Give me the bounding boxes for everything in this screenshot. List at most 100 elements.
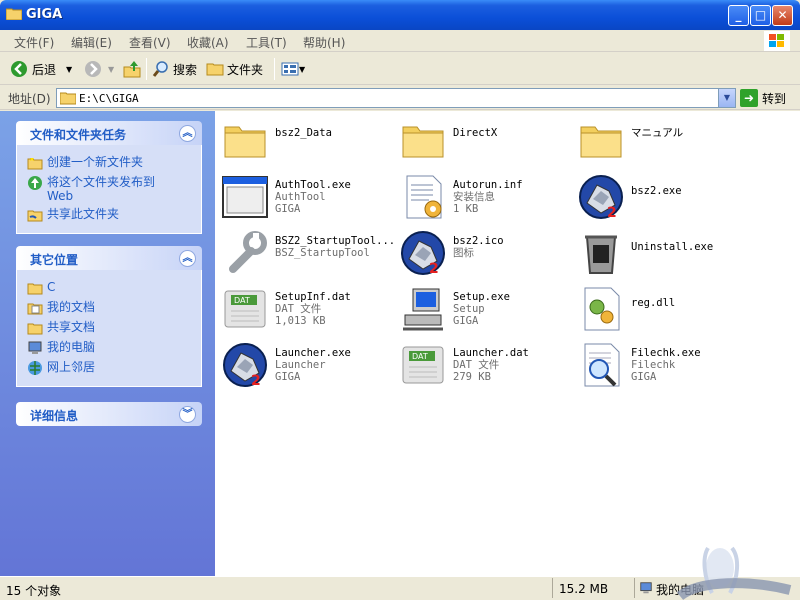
file-item[interactable]: AuthTool.exe AuthTool GIGA — [219, 171, 399, 223]
file-text: BSZ2_StartupTool... BSZ_StartupTool — [275, 235, 395, 259]
maximize-button[interactable]: □ — [750, 5, 771, 26]
file-detail: 1,013 KB — [275, 315, 326, 327]
place-c[interactable]: C — [27, 280, 201, 296]
panel-header[interactable]: 文件和文件夹任务 ︽ — [16, 121, 202, 145]
back-arrow-icon — [11, 61, 27, 77]
address-input[interactable]: E:\C\GIGA ▼ — [56, 88, 736, 108]
svg-text:2: 2 — [429, 261, 439, 277]
menu-file[interactable]: 文件(F) — [14, 34, 54, 51]
back-button[interactable]: 后退 ▼ — [10, 57, 72, 81]
address-dropdown-button[interactable]: ▼ — [718, 89, 735, 107]
toolbar-separator — [146, 58, 147, 80]
window-title: GIGA — [26, 7, 63, 22]
folder-icon — [402, 126, 444, 158]
file-item[interactable]: Filechk.exe Filechk GIGA — [575, 339, 755, 391]
views-icon — [281, 62, 299, 76]
file-item[interactable]: Setup.exe Setup GIGA — [397, 283, 577, 335]
bsz2-app-icon: 2 — [223, 343, 267, 389]
folders-label: 文件夹 — [227, 62, 264, 77]
file-type: BSZ_StartupTool — [275, 247, 370, 259]
chevron-down-icon[interactable]: ▼ — [299, 65, 305, 74]
file-item[interactable]: 2 bsz2.ico 图标 — [397, 227, 577, 279]
minimize-button[interactable]: _ — [728, 5, 749, 26]
place-network[interactable]: 网上邻居 — [27, 360, 201, 376]
chevron-down-icon[interactable]: ▼ — [108, 65, 114, 74]
title-bar[interactable]: GIGA _ □ ✕ — [0, 0, 800, 30]
file-item[interactable]: DAT Launcher.dat DAT 文件 279 KB — [397, 339, 577, 391]
file-item[interactable]: マニュアル — [575, 113, 755, 165]
file-type: 图标 — [453, 247, 474, 259]
forward-arrow-icon — [85, 61, 101, 77]
file-type: AuthTool — [275, 191, 326, 203]
folder-icon — [580, 126, 622, 158]
dat-file-icon: DAT — [224, 290, 266, 328]
collapse-icon[interactable]: ︽ — [179, 125, 196, 142]
file-text: bsz2_Data — [275, 127, 332, 139]
task-publish-web[interactable]: 将这个文件夹发布到 Web — [27, 175, 201, 203]
search-button[interactable]: 搜索 — [152, 57, 197, 81]
close-button[interactable]: ✕ — [772, 5, 793, 26]
windows-logo-icon — [764, 31, 790, 51]
search-label: 搜索 — [173, 62, 198, 77]
forward-button[interactable]: ▼ — [84, 57, 114, 81]
panel-title: 文件和文件夹任务 — [30, 128, 127, 142]
file-tasks-panel: 文件和文件夹任务 ︽ 创建一个新文件夹 将这个文件夹发布到 Web 共享此文件夹 — [16, 121, 202, 234]
file-name: reg.dll — [631, 297, 676, 309]
file-text: マニュアル — [631, 127, 683, 139]
address-label: 地址(D) — [8, 92, 51, 106]
file-item[interactable]: 2 Launcher.exe Launcher GIGA — [219, 339, 399, 391]
file-item[interactable]: Uninstall.exe — [575, 227, 755, 279]
window-app-icon — [222, 176, 268, 218]
collapse-icon[interactable]: ︽ — [179, 250, 196, 267]
file-item[interactable]: DirectX — [397, 113, 577, 165]
task-new-folder[interactable]: 创建一个新文件夹 — [27, 155, 201, 171]
search-icon — [152, 61, 168, 77]
panel-title: 其它位置 — [30, 253, 79, 267]
place-my-computer[interactable]: 我的电脑 — [27, 340, 201, 356]
object-count: 15 个对象 — [6, 584, 62, 598]
address-value: E:\C\GIGA — [79, 92, 139, 105]
toolbar: 后退 ▼ ▼ 搜索 文件夹 ▼ — [0, 53, 800, 85]
go-button[interactable]: ➜ 转到 — [740, 88, 786, 108]
file-item[interactable]: BSZ2_StartupTool... BSZ_StartupTool — [219, 227, 399, 279]
folder-icon — [206, 63, 224, 76]
bsz2-app-icon: 2 — [579, 175, 623, 221]
menu-view[interactable]: 查看(V) — [129, 34, 171, 51]
up-folder-button[interactable] — [122, 57, 142, 81]
place-shared-documents[interactable]: 共享文档 — [27, 320, 201, 336]
file-view: bsz2_Data DirectX マニュアル AuthTool.exe AuthToo… — [215, 111, 800, 576]
bsz2-app-icon: 2 — [401, 231, 445, 277]
chevron-down-icon[interactable]: ▼ — [66, 65, 72, 74]
file-item[interactable]: 2 bsz2.exe — [575, 171, 755, 223]
file-name: マニュアル — [631, 127, 684, 139]
file-name: Filechk.exe — [631, 347, 701, 359]
panel-header[interactable]: 详细信息 ︾ — [16, 402, 202, 426]
task-label: 创建一个新文件夹 — [47, 155, 144, 169]
file-item[interactable]: bsz2_Data — [219, 113, 399, 165]
magnifier-doc-icon — [584, 343, 620, 387]
panel-header[interactable]: 其它位置 ︽ — [16, 246, 202, 270]
file-item[interactable]: reg.dll — [575, 283, 755, 335]
file-type: DAT 文件 — [275, 303, 322, 315]
trash-icon — [585, 235, 617, 274]
my-computer-icon — [28, 341, 42, 354]
place-label: 网上邻居 — [47, 360, 96, 374]
views-button[interactable]: ▼ — [281, 57, 305, 81]
file-text: Autorun.inf 安装信息 1 KB — [453, 179, 523, 215]
folders-button[interactable]: 文件夹 — [206, 57, 263, 81]
task-share-folder[interactable]: 共享此文件夹 — [27, 207, 201, 223]
file-item[interactable]: Autorun.inf 安装信息 1 KB — [397, 171, 577, 223]
menu-tools[interactable]: 工具(T) — [246, 34, 287, 51]
go-label: 转到 — [762, 91, 787, 106]
expand-icon[interactable]: ︾ — [179, 406, 196, 423]
go-arrow-icon: ➜ — [740, 89, 758, 107]
menu-edit[interactable]: 编辑(E) — [71, 34, 112, 51]
place-my-documents[interactable]: 我的文档 — [27, 300, 201, 316]
file-item[interactable]: DAT SetupInf.dat DAT 文件 1,013 KB — [219, 283, 399, 335]
menu-favorites[interactable]: 收藏(A) — [187, 34, 229, 51]
menu-help[interactable]: 帮助(H) — [303, 34, 345, 51]
computer-setup-icon — [403, 288, 443, 331]
file-detail: 279 KB — [453, 371, 491, 383]
folder-icon — [27, 283, 43, 295]
file-name: Setup.exe — [453, 291, 510, 303]
